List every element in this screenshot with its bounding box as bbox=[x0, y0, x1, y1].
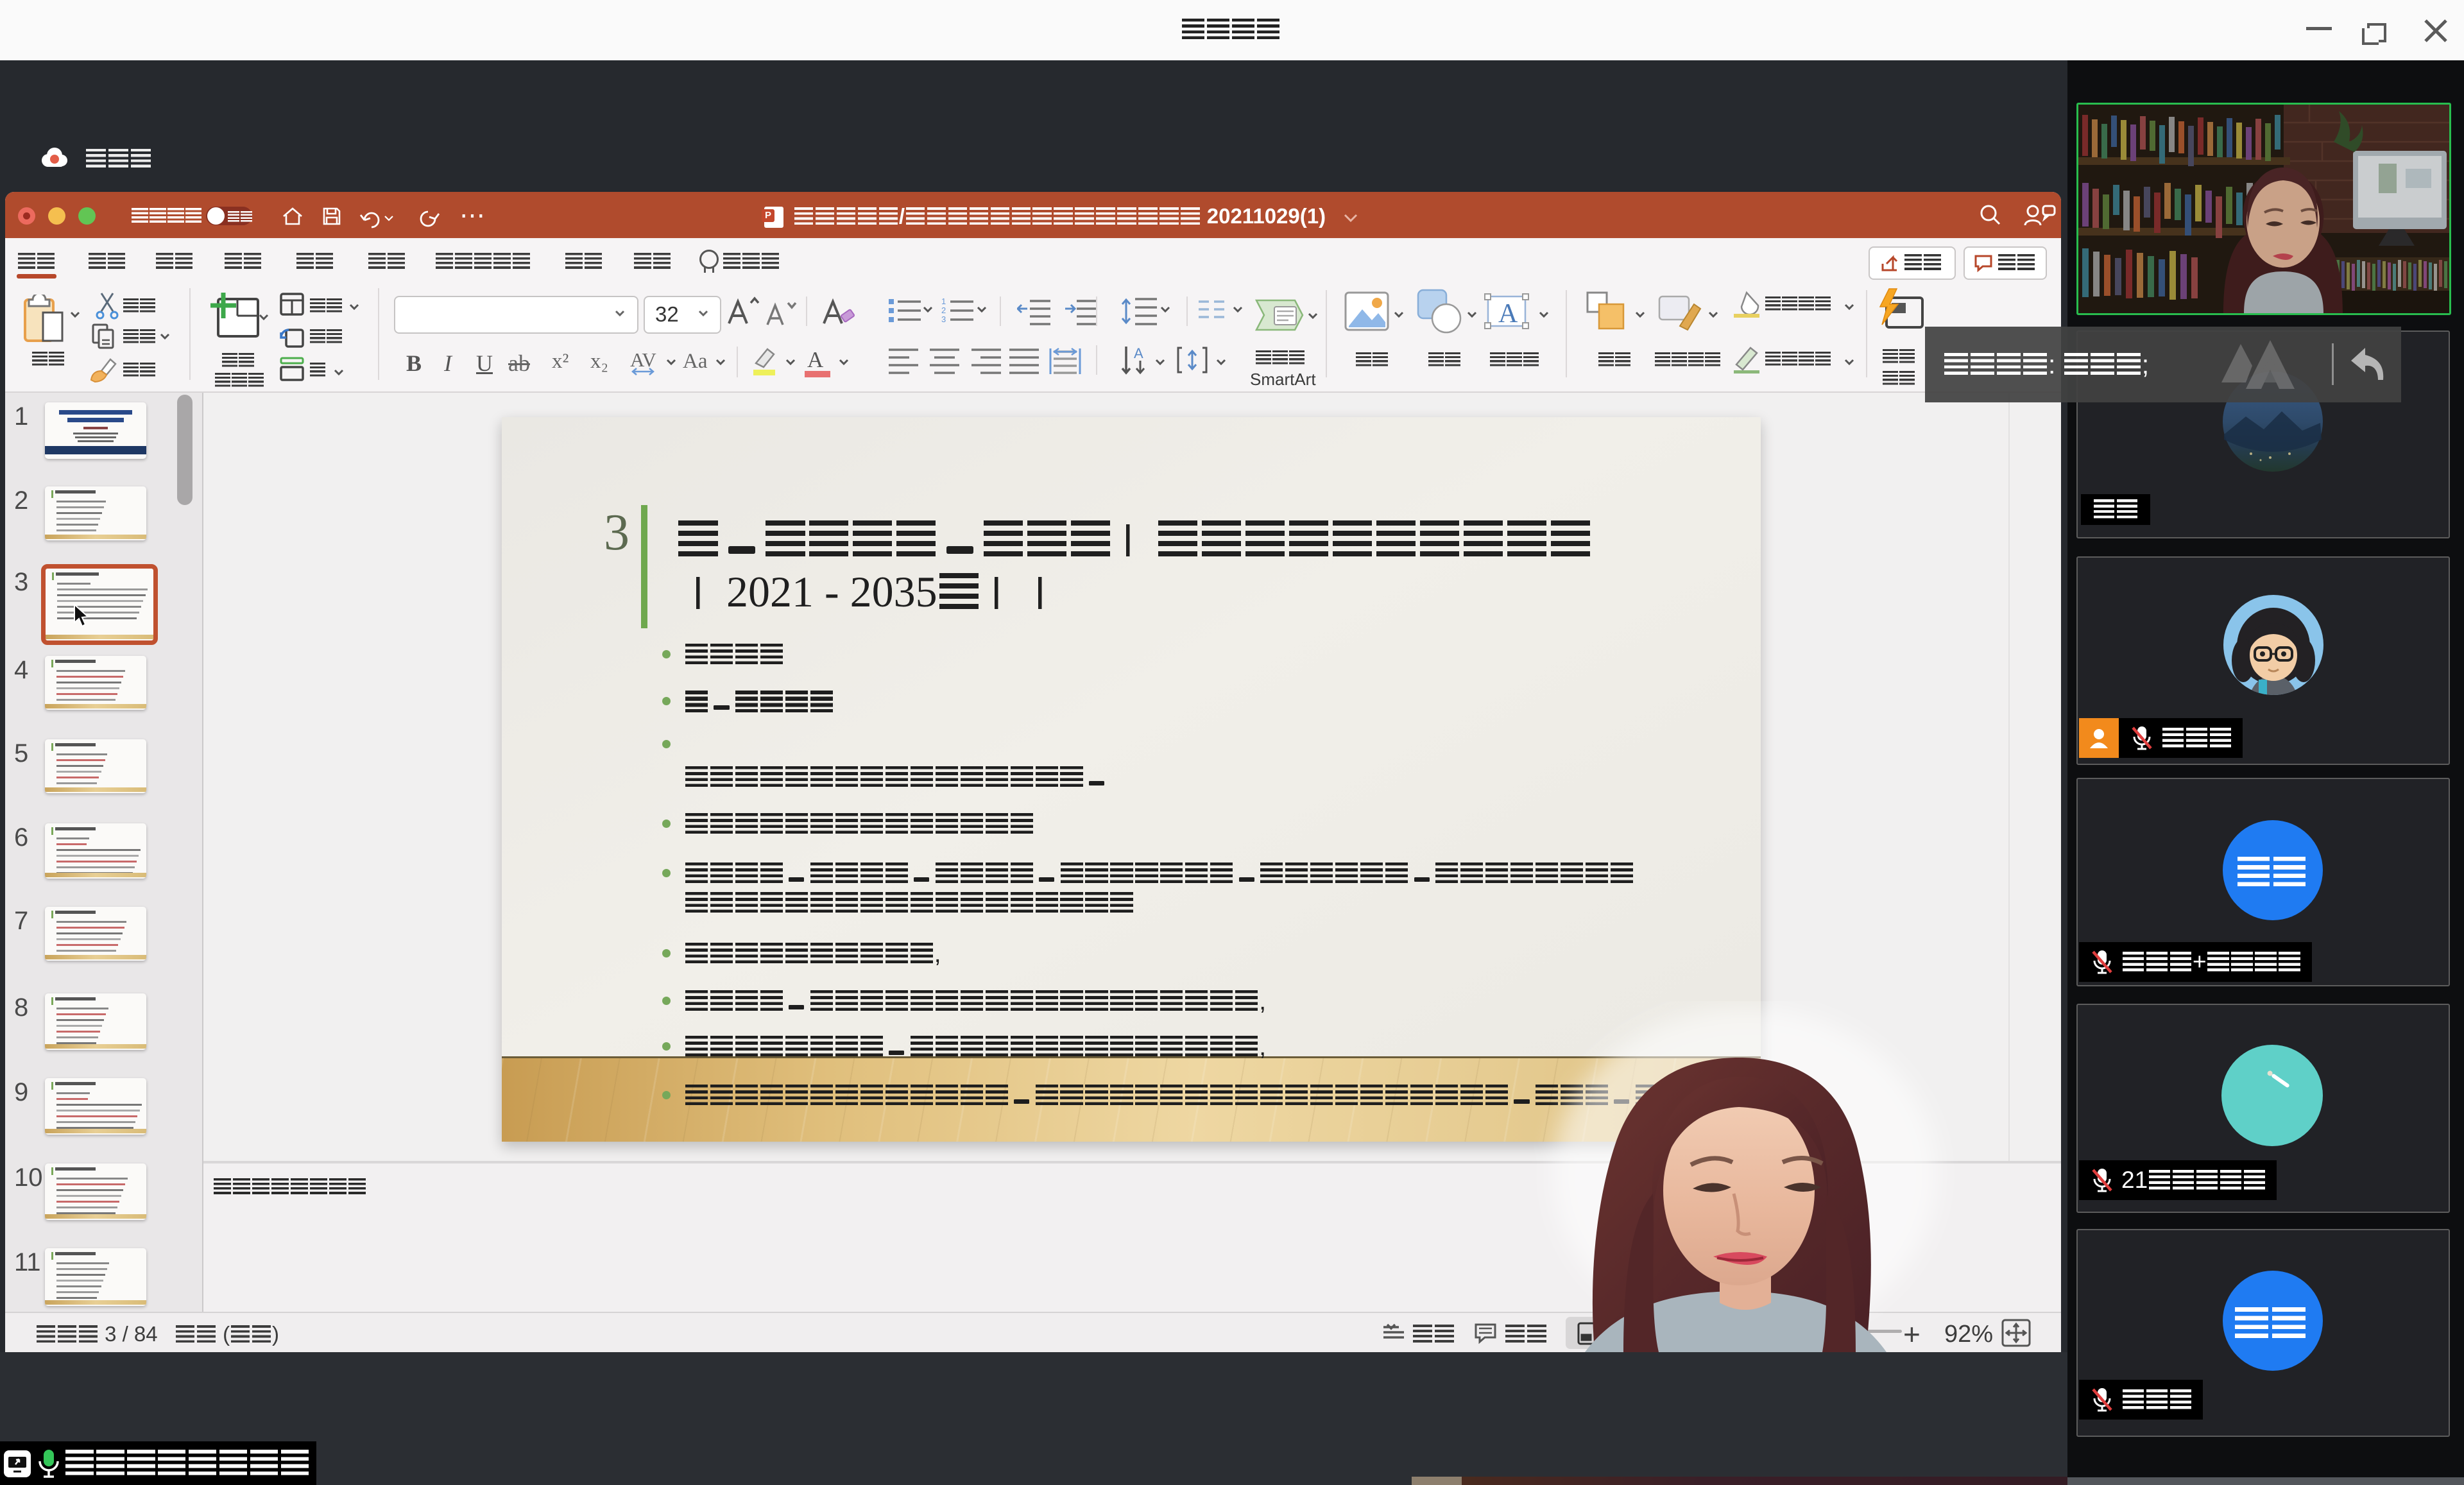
svg-text:3: 3 bbox=[941, 314, 946, 324]
svg-text:A: A bbox=[1498, 299, 1518, 329]
svg-text:2: 2 bbox=[941, 305, 946, 315]
svg-text:A: A bbox=[1134, 345, 1143, 361]
